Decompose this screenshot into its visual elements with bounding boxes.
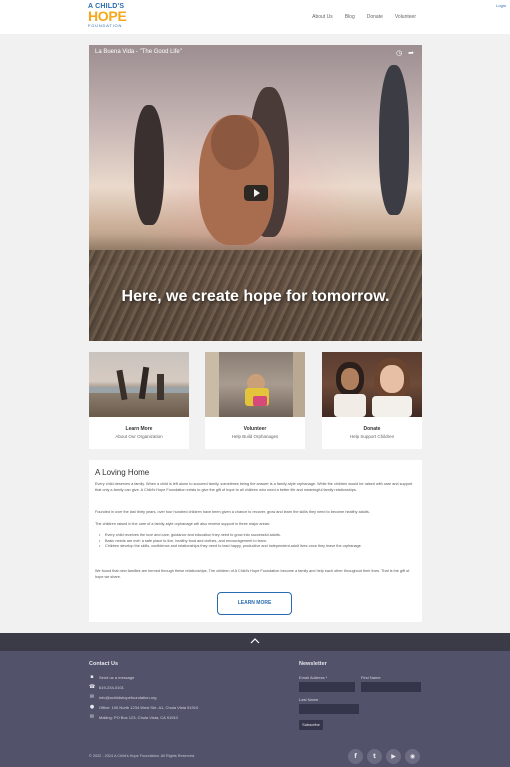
contact-heading: Contact Us <box>89 661 119 667</box>
nav-item-blog[interactable]: Blog <box>345 14 355 20</box>
first-name-field[interactable] <box>361 682 421 692</box>
last-name-field[interactable] <box>299 704 359 714</box>
support-list: Every child receives the love and care, … <box>99 533 415 550</box>
contact-text: Office: 100 North 1234 West Ste. A1, Chu… <box>99 704 199 710</box>
card-title: Learn More <box>125 426 153 432</box>
card-donate[interactable]: Donate Help Support Children <box>322 352 422 449</box>
contact-text: info@achildshopefoundation.org <box>99 694 157 700</box>
subscribe-button[interactable]: Subscribe <box>299 720 323 730</box>
video-figure-left <box>134 105 164 225</box>
contact-email[interactable]: ✉ info@achildshopefoundation.org <box>89 694 157 700</box>
share-icon[interactable]: ➦ <box>408 49 414 57</box>
video-overlay-text: Here, we create hope for tomorrow. <box>121 288 390 305</box>
twitter-icon[interactable]: t <box>367 749 382 764</box>
section-heading: A Loving Home <box>95 468 150 477</box>
main-nav: About Us Blog Donate Volunteer <box>312 14 416 20</box>
nav-item-donate[interactable]: Donate <box>367 14 383 20</box>
video-boy-head <box>211 115 259 170</box>
youtube-icon[interactable]: ▶ <box>386 749 401 764</box>
closing-paragraph: We found that new families are formed th… <box>95 569 410 579</box>
card-title: Volunteer <box>243 426 267 432</box>
hero-video[interactable]: La Buena Vida - "The Good Life" ◷ ➦ Here… <box>89 45 422 341</box>
mail-icon: ✉ <box>89 714 95 720</box>
card-title: Donate <box>363 426 381 432</box>
nav-item-about[interactable]: About Us <box>312 14 333 20</box>
card-subtitle: Help Build Orphanages <box>231 434 279 439</box>
contact-message[interactable]: ▪ Send us a message <box>89 674 134 680</box>
phone-icon: ☎ <box>89 684 96 690</box>
chevron-up-icon[interactable] <box>250 636 260 646</box>
video-title[interactable]: La Buena Vida - "The Good Life" <box>95 49 182 55</box>
email-field[interactable] <box>299 682 355 692</box>
areas-paragraph: The children raised in the care of a fam… <box>95 522 270 526</box>
contact-text: Mailing: PO Box 123, Chula Vista, CA 919… <box>99 714 178 720</box>
history-paragraph: Founded in over the last thirty years, o… <box>95 510 370 514</box>
site-logo[interactable]: A CHILD'S HOPE FOUNDATION <box>88 3 128 31</box>
intro-paragraph: Every child deserves a family. When a ch… <box>95 482 413 492</box>
back-to-top-bar[interactable] <box>0 633 510 651</box>
logo-line-2: HOPE <box>88 8 127 24</box>
facebook-icon[interactable]: f <box>348 749 363 764</box>
card-learn-more[interactable]: Learn More About Our Organization <box>89 352 189 449</box>
card-subtitle: About Our Organization <box>115 434 163 439</box>
contact-office: ● Office: 100 North 1234 West Ste. A1, C… <box>89 704 198 710</box>
copyright-text: © 2022 - 2024 A Child's Hope Foundation.… <box>89 754 196 758</box>
pin-icon: ● <box>89 704 95 710</box>
newsletter-heading: Newsletter <box>299 661 327 667</box>
card-image-child <box>205 352 305 417</box>
learn-more-button[interactable]: LEARN MORE <box>217 592 292 615</box>
video-actions: ◷ ➦ <box>396 49 414 57</box>
contact-text: Send us a message <box>99 674 135 680</box>
nav-item-volunteer[interactable]: Volunteer <box>395 14 416 20</box>
card-image-girls <box>322 352 422 417</box>
site-header: A CHILD'S HOPE FOUNDATION About Us Blog … <box>0 0 510 34</box>
loving-home-panel: A Loving Home Every child deserves a fam… <box>89 460 422 622</box>
logo-line-3: FOUNDATION <box>88 23 123 28</box>
chat-icon: ▪ <box>90 674 94 680</box>
list-item: Children develop the skills, confidence … <box>99 544 415 550</box>
email-label: Email Address * <box>299 675 328 680</box>
card-image-beach <box>89 352 189 417</box>
play-button[interactable] <box>244 185 268 201</box>
card-volunteer[interactable]: Volunteer Help Build Orphanages <box>205 352 305 449</box>
contact-mailing: ✉ Mailing: PO Box 123, Chula Vista, CA 9… <box>89 714 178 720</box>
login-link[interactable]: Login <box>496 3 506 8</box>
mail-icon: ✉ <box>89 694 95 700</box>
contact-text: 619-234-0101 <box>99 684 124 690</box>
site-footer: Contact Us Newsletter <box>0 651 510 767</box>
card-subtitle: Help Support Children <box>349 434 395 439</box>
contact-phone[interactable]: ☎ 619-234-0101 <box>89 684 124 690</box>
first-name-label: First Name <box>361 675 381 680</box>
last-name-label: Last Name <box>299 697 319 702</box>
rss-icon[interactable]: ◉ <box>405 749 420 764</box>
watch-later-icon[interactable]: ◷ <box>396 49 402 57</box>
video-figure-right <box>379 65 409 215</box>
